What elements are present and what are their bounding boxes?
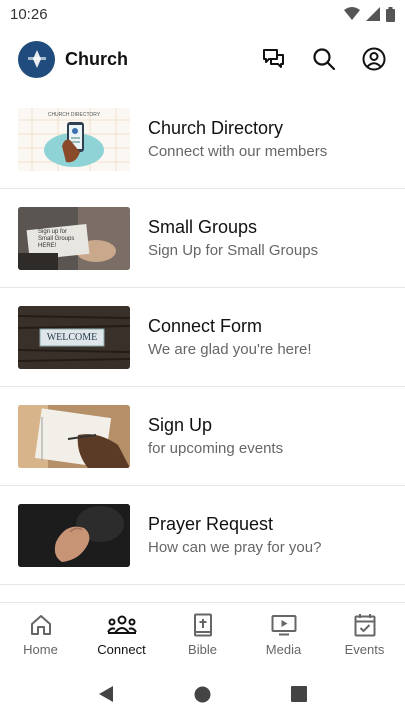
nav-item-home[interactable]: Home [0,603,81,666]
status-icons [344,6,395,22]
item-subtitle: Connect with our members [148,143,328,160]
list-item-small-groups[interactable]: Sign up for Small Groups HERE! Small Gro… [0,189,405,288]
small-groups-text: Small Groups Sign Up for Small Groups [148,217,318,259]
media-icon [271,615,296,636]
church-directory-text: Church Directory Connect with our member… [148,118,327,160]
system-recents-button[interactable] [291,686,307,702]
nav-item-bible[interactable]: Bible [162,603,243,666]
logo-icon[interactable] [18,40,55,78]
nav-item-media[interactable]: Media [243,603,324,666]
connect-form-thumbnail: WELCOME [18,305,130,369]
item-title: Sign Up [148,415,213,435]
connect-form-thumb-text: WELCOME [46,331,98,343]
wifi-icon [344,7,360,20]
small-groups-thumbnail: Sign up for Small Groups HERE! [18,206,130,270]
small-groups-thumb-text: Sign up for Small Groups HERE! [38,228,75,249]
church-directory-thumb-text: CHURCH DIRECTORY [47,111,101,118]
chat-button[interactable] [261,46,287,72]
prayer-request-text: Prayer Request How can we pray for you? [148,514,321,556]
app-bar: Church [0,36,405,82]
nav-item-connect[interactable]: Connect [81,603,162,666]
connect-list: CHURCH DIRECTORY Church Directory Connec… [0,90,405,585]
system-nav [0,668,405,720]
app-actions [261,46,387,72]
search-button[interactable] [311,46,337,72]
back-icon [99,686,113,702]
nav-label: Connect [97,642,146,657]
search-icon [313,48,336,71]
item-title: Prayer Request [148,514,274,534]
list-item-church-directory[interactable]: CHURCH DIRECTORY Church Directory Connec… [0,90,405,189]
item-title: Connect Form [148,316,263,336]
home-circle-icon [194,686,211,702]
app-title: Church [65,48,128,69]
nav-label: Media [265,642,302,657]
account-icon [362,47,386,71]
item-title: Small Groups [148,217,258,237]
status-time: 10:26 [10,5,48,23]
prayer-request-thumbnail [18,503,130,567]
item-subtitle: We are glad you're here! [148,341,312,358]
nav-item-events[interactable]: Events [324,603,405,666]
sign-up-text: Sign Up for upcoming events [148,415,283,457]
nav-label: Events [344,642,385,657]
sign-up-thumbnail [18,404,130,468]
nav-label: Home [23,642,58,657]
people-icon [106,615,137,634]
system-back-button[interactable] [98,685,114,703]
list-item-connect-form[interactable]: WELCOME Connect Form We are glad you're … [0,288,405,387]
nav-label: Bible [188,642,217,657]
connect-form-text: Connect Form We are glad you're here! [148,316,312,358]
system-home-button[interactable] [194,686,211,703]
account-button[interactable] [361,46,387,72]
calendar-icon [354,614,375,637]
church-directory-thumbnail: CHURCH DIRECTORY [18,107,130,171]
item-title: Church Directory [148,118,284,138]
item-subtitle: for upcoming events [148,440,284,457]
signal-icon [366,7,380,21]
chat-icon [263,49,284,68]
home-icon [30,615,51,635]
bible-icon [193,613,212,637]
bottom-nav: Home Connect Bible Media Events [0,602,405,666]
status-bar: 10:26 [0,0,405,28]
list-item-sign-up[interactable]: Sign Up for upcoming events [0,387,405,486]
battery-icon [386,6,395,22]
item-subtitle: How can we pray for you? [148,539,322,556]
list-item-prayer-request[interactable]: Prayer Request How can we pray for you? [0,486,405,585]
item-subtitle: Sign Up for Small Groups [148,242,319,259]
recents-icon [291,686,307,702]
